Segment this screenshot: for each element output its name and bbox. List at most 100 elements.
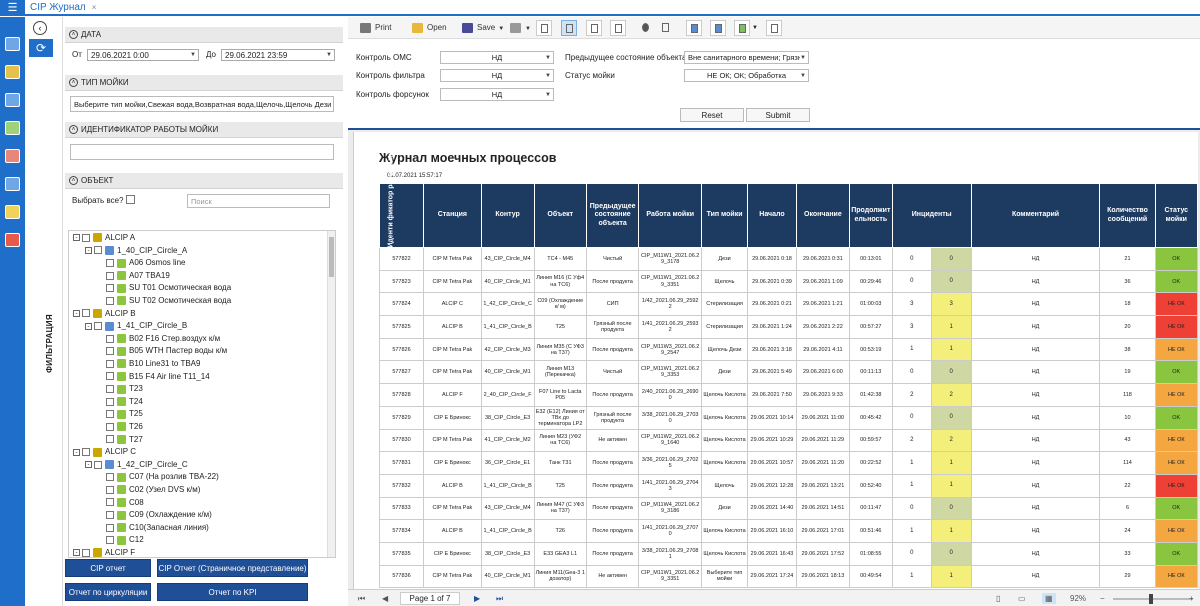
cip-report-paged-button[interactable]: CIP Отчет (Страничное представление) xyxy=(157,559,308,577)
nav-alarms-icon[interactable] xyxy=(5,233,20,247)
send-button[interactable]: ▼ xyxy=(510,21,531,35)
wash-status-select[interactable]: НЕ ОК; ОК; Обработка ▼ xyxy=(684,69,809,82)
multi-page-view-icon[interactable]: ▦ xyxy=(1042,593,1056,604)
reset-button[interactable]: Reset xyxy=(680,108,744,122)
fullscreen-icon[interactable] xyxy=(766,20,782,36)
tree-item[interactable]: B15 F4 Air line T11_14 xyxy=(106,371,210,383)
tree-item[interactable]: - ALCIP B xyxy=(73,308,136,320)
tree-item[interactable]: C09 (Охлаждение к/м) xyxy=(106,509,212,521)
tree-checkbox[interactable] xyxy=(106,259,114,268)
tree-checkbox[interactable] xyxy=(106,536,114,545)
zoom-in-icon[interactable]: + xyxy=(1189,593,1194,604)
chevron-down-icon[interactable]: ▼ xyxy=(752,25,758,31)
tree-item[interactable]: C07 (На розлив TBA-22) xyxy=(106,471,219,483)
section-date[interactable]: ˄ ДАТА xyxy=(65,27,343,43)
tree-checkbox[interactable] xyxy=(106,385,114,394)
view-outline-icon[interactable] xyxy=(686,20,702,36)
tree-item[interactable]: B05 WTH Пастер воды к/м xyxy=(106,345,227,357)
expand-toggle-icon[interactable]: - xyxy=(85,322,92,330)
tree-item[interactable]: T27 xyxy=(106,434,143,446)
view-thumbnails-icon[interactable] xyxy=(710,20,726,36)
tree-checkbox[interactable] xyxy=(106,523,114,532)
zoom-slider-handle[interactable] xyxy=(1149,594,1153,604)
single-page-view-icon[interactable]: ▯ xyxy=(996,593,1000,604)
dropdown-icon[interactable]: ▼ xyxy=(800,70,806,81)
tree-checkbox[interactable] xyxy=(106,397,114,406)
close-tab-icon[interactable]: × xyxy=(92,3,97,12)
tree-checkbox[interactable] xyxy=(106,347,114,356)
date-from-input[interactable]: 29.06.2021 0:00 ▼ xyxy=(87,49,199,61)
tree-checkbox[interactable] xyxy=(106,498,114,507)
tree-checkbox[interactable] xyxy=(94,322,102,331)
date-to-input[interactable]: 29.06.2021 23:59 ▼ xyxy=(221,49,335,61)
tree-item[interactable]: SU T02 Осмотическая вода xyxy=(106,295,231,307)
tree-checkbox[interactable] xyxy=(82,233,90,242)
section-wash-id[interactable]: ˄ ИДЕНТИФИКАТОР РАБОТЫ МОЙКИ xyxy=(65,122,343,138)
tree-item[interactable]: - 1_41_CIP_Circle_B xyxy=(85,320,187,332)
tree-checkbox[interactable] xyxy=(106,334,114,343)
tree-checkbox[interactable] xyxy=(106,485,114,494)
tree-item[interactable]: C02 (Узел DVS к/м) xyxy=(106,484,200,496)
tree-checkbox[interactable] xyxy=(82,548,90,557)
chevron-down-icon[interactable]: ▼ xyxy=(498,26,504,32)
tree-item[interactable]: - ALCIP C xyxy=(73,446,136,458)
prev-state-select[interactable]: Вне санитарного времени; Грязн ▼ xyxy=(684,51,809,64)
cip-report-button[interactable]: CIP отчет xyxy=(65,559,151,577)
tree-checkbox[interactable] xyxy=(106,271,114,280)
object-tree[interactable]: - ALCIP A - 1_40_CIP_Circle_A A06 Osmos line… xyxy=(68,230,336,558)
tree-item[interactable]: - 1_40_CIP_Circle_A xyxy=(85,245,187,257)
tree-checkbox[interactable] xyxy=(106,284,114,293)
tree-checkbox[interactable] xyxy=(106,511,114,520)
collapse-icon[interactable]: ˄ xyxy=(69,30,78,39)
nav-checklist-icon[interactable] xyxy=(5,205,20,219)
tree-checkbox[interactable] xyxy=(94,460,102,469)
wash-id-input[interactable] xyxy=(70,144,334,160)
tree-checkbox[interactable] xyxy=(94,246,102,255)
tree-item[interactable]: T26 xyxy=(106,421,143,433)
view-copy-icon[interactable] xyxy=(586,20,602,36)
view-grid-icon[interactable] xyxy=(734,20,750,36)
save-button[interactable]: Save ▼ xyxy=(462,21,504,35)
wash-type-select[interactable]: Выберите тип мойки,Свежая вода,Возвратна… xyxy=(70,96,334,112)
print-button[interactable]: Print xyxy=(360,21,391,35)
circulation-report-button[interactable]: Отчет по циркуляции xyxy=(65,583,151,601)
view-single-page-icon[interactable] xyxy=(536,20,552,36)
find-binoculars-icon[interactable] xyxy=(638,20,654,36)
dropdown-icon[interactable]: ▼ xyxy=(326,50,332,61)
tree-checkbox[interactable] xyxy=(82,309,90,318)
section-wash-type[interactable]: ˄ ТИП МОЙКИ xyxy=(65,75,343,91)
menu-icon[interactable]: ☰ xyxy=(0,0,25,16)
omc-control-select[interactable]: НД ▼ xyxy=(440,51,554,64)
select-all-checkbox[interactable] xyxy=(126,195,135,204)
tree-item[interactable]: SU T01 Осмотическая вода xyxy=(106,282,231,294)
nav-tools-icon[interactable] xyxy=(5,65,20,79)
page-indicator[interactable]: Page 1 of 7 xyxy=(400,592,460,605)
scrollbar-thumb[interactable] xyxy=(329,237,334,277)
dropdown-icon[interactable]: ▼ xyxy=(545,52,551,63)
nav-settings-icon[interactable] xyxy=(5,93,20,107)
expand-toggle-icon[interactable]: - xyxy=(73,234,80,242)
tree-item[interactable]: T25 xyxy=(106,408,143,420)
collapse-icon[interactable]: ˄ xyxy=(69,176,78,185)
nav-dashboard-icon[interactable] xyxy=(5,37,20,51)
nav-report-icon[interactable] xyxy=(5,177,20,191)
tree-checkbox[interactable] xyxy=(106,296,114,305)
nozzle-control-select[interactable]: НД ▼ xyxy=(440,88,554,101)
tab-cip-journal[interactable]: CIP Журнал × xyxy=(25,0,96,16)
tree-item[interactable]: T24 xyxy=(106,396,143,408)
zoom-slider[interactable] xyxy=(1113,594,1193,604)
expand-toggle-icon[interactable]: - xyxy=(73,309,80,317)
tree-checkbox[interactable] xyxy=(106,359,114,368)
tree-checkbox[interactable] xyxy=(106,435,114,444)
view-table-icon[interactable] xyxy=(610,20,626,36)
nav-chemistry-icon[interactable] xyxy=(5,149,20,163)
tree-item[interactable]: B02 F16 Стер.воздух к/м xyxy=(106,333,220,345)
section-object[interactable]: ˄ ОБЪЕКТ xyxy=(65,173,343,189)
nav-lab-icon[interactable] xyxy=(5,121,20,135)
prev-page-icon[interactable]: ◀ xyxy=(382,593,388,604)
view-page-layout-icon[interactable] xyxy=(561,20,577,36)
back-arrow-icon[interactable]: ‹ xyxy=(33,21,47,35)
zoom-out-icon[interactable]: − xyxy=(1100,593,1105,604)
first-page-icon[interactable]: ⏮ xyxy=(358,593,365,604)
collapse-icon[interactable]: ˄ xyxy=(69,125,78,134)
